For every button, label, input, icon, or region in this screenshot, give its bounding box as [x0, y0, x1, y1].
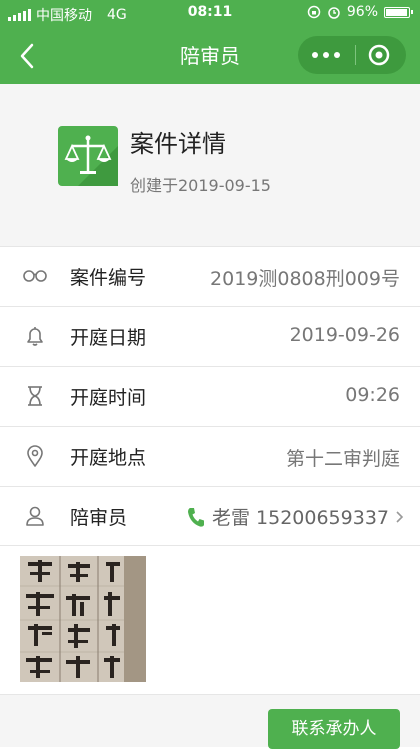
app-header: 中国移动 4G 08:11 96% 陪审员 [0, 0, 420, 84]
location-icon [27, 445, 43, 467]
close-mini-program-button[interactable] [368, 44, 390, 66]
more-button[interactable] [312, 52, 340, 58]
hearing-location-label: 开庭地点 [70, 447, 147, 469]
battery-percent: 96% [346, 4, 378, 20]
row-case-number: 案件编号 2019测0808刑009号 [0, 246, 420, 305]
hearing-date-label: 开庭日期 [70, 327, 147, 349]
row-hearing-location: 开庭地点 第十二审判庭 [0, 426, 420, 485]
scales-icon [58, 126, 118, 186]
contact-handler-button[interactable]: 联系承办人 [268, 709, 400, 749]
hearing-time-value: 09:26 [345, 384, 400, 406]
case-created-date: 创建于2019-09-15 [130, 176, 271, 195]
person-icon [26, 506, 44, 526]
status-right: 96% [307, 4, 413, 20]
hearing-date-value: 2019-09-26 [289, 324, 400, 346]
hearing-time-label: 开庭时间 [70, 387, 147, 409]
assessor-label: 陪审员 [70, 507, 128, 529]
bell-icon [27, 327, 43, 346]
nav-bar: 陪审员 [0, 28, 420, 84]
case-number-value: 2019测0808刑009号 [210, 268, 400, 290]
phone-icon [187, 507, 204, 527]
row-assessor[interactable]: 陪审员 老雷 15200659337 [0, 486, 420, 546]
chevron-right-icon [396, 510, 404, 523]
row-hearing-time: 开庭时间 09:26 [0, 366, 420, 425]
battery-icon [384, 6, 413, 18]
hourglass-icon [28, 386, 42, 406]
assessor-contact[interactable]: 老雷 15200659337 [186, 503, 404, 530]
glasses-icon [23, 270, 47, 282]
mini-program-capsule [298, 36, 406, 74]
lock-rotation-icon [307, 5, 321, 19]
case-title: 案件详情 [130, 130, 226, 158]
alarm-icon [328, 7, 340, 19]
case-summary: 案件详情 创建于2019-09-15 [0, 84, 420, 246]
case-number-label: 案件编号 [70, 267, 147, 289]
assessor-value: 老雷 15200659337 [211, 507, 389, 529]
bottom-action-bar: 联系承办人 [0, 694, 420, 749]
row-hearing-date: 开庭日期 2019-09-26 [0, 306, 420, 365]
hearing-location-value: 第十二审判庭 [285, 448, 400, 470]
status-bar: 中国移动 4G 08:11 96% [0, 0, 420, 28]
attachment-photo[interactable] [20, 556, 146, 682]
